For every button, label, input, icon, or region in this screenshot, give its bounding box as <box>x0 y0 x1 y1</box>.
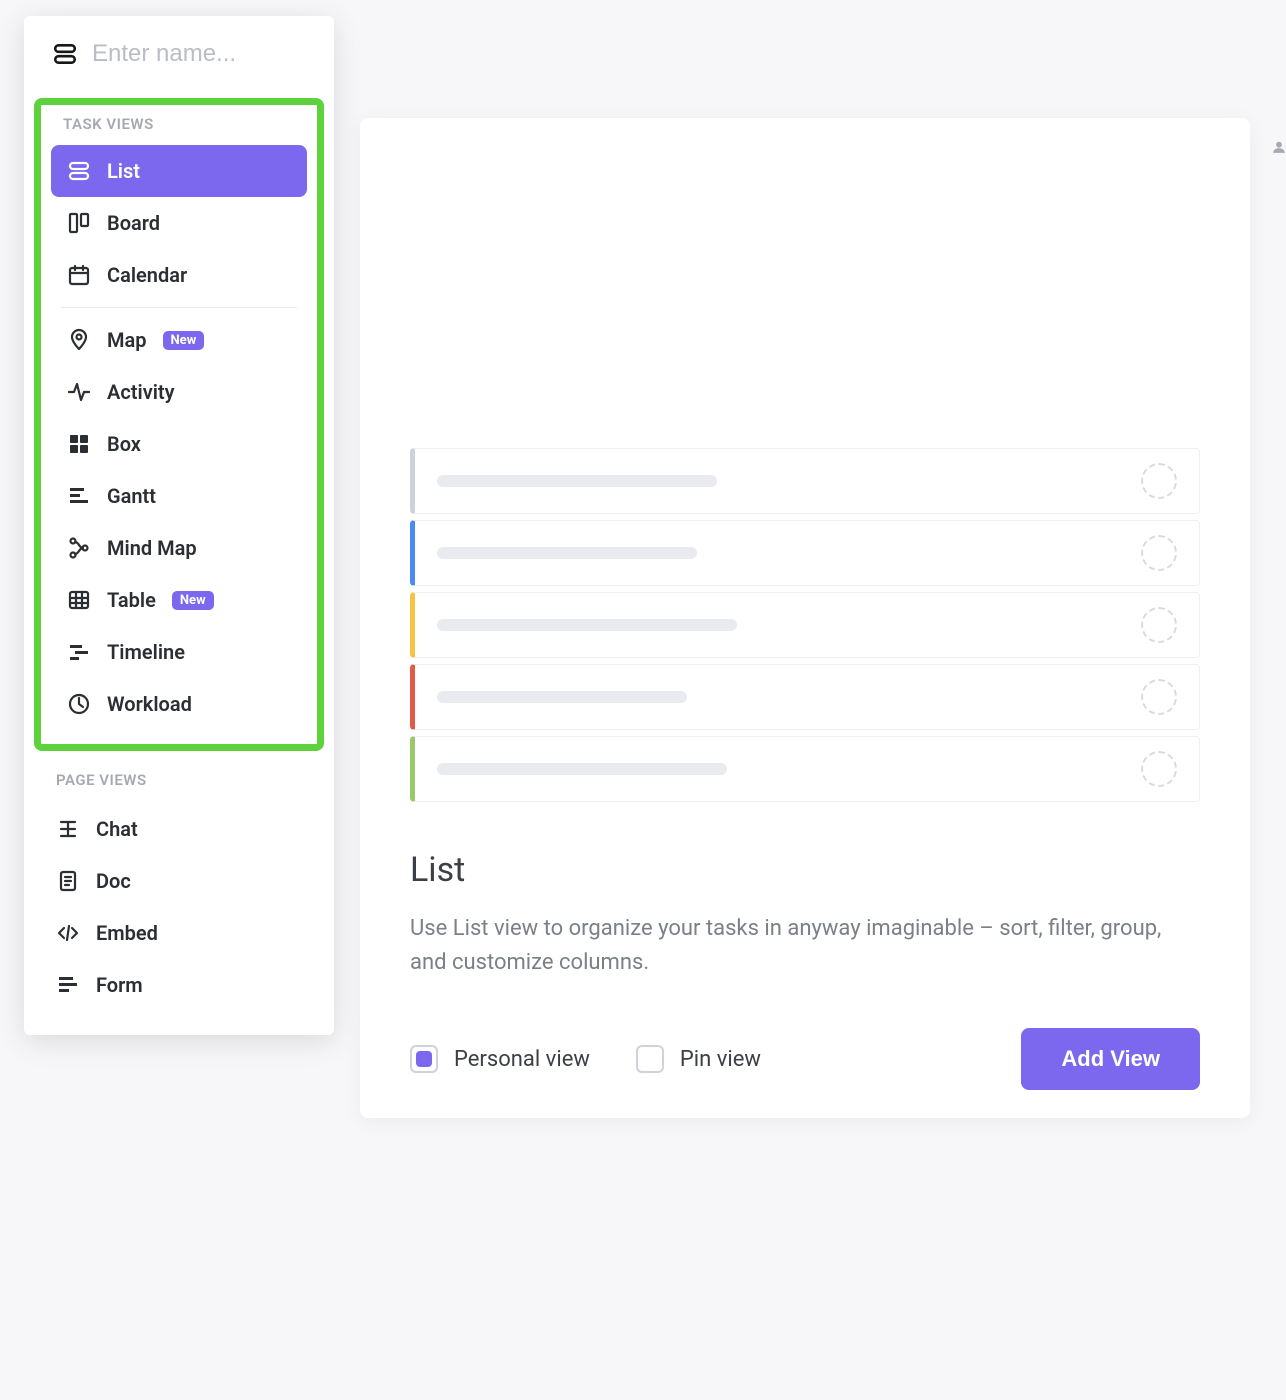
list-skeleton-preview <box>410 448 1200 802</box>
board-icon <box>67 211 91 235</box>
user-icon <box>1272 140 1286 160</box>
skeleton-bar <box>437 547 697 559</box>
task-view-label: Timeline <box>107 640 185 664</box>
task-view-item-table[interactable]: Table New <box>51 574 307 626</box>
new-badge: New <box>163 331 205 350</box>
name-input-row <box>24 40 334 92</box>
task-view-item-calendar[interactable]: Calendar <box>51 249 307 301</box>
preview-options-row: Personal view Pin view Add View <box>410 1028 1200 1090</box>
page-view-item-form[interactable]: Form <box>46 959 312 1011</box>
mind-map-icon <box>67 536 91 560</box>
box-icon <box>67 432 91 456</box>
task-views-section-label: TASK VIEWS <box>51 115 307 145</box>
gantt-icon <box>67 484 91 508</box>
task-view-item-timeline[interactable]: Timeline <box>51 626 307 678</box>
task-view-label: Mind Map <box>107 536 197 560</box>
preview-description: Use List view to organize your tasks in … <box>410 912 1200 980</box>
skeleton-assignee-circle <box>1141 751 1177 787</box>
embed-icon <box>56 921 80 945</box>
page-view-label: Form <box>96 973 143 997</box>
list-icon <box>67 159 91 183</box>
skeleton-assignee-circle <box>1141 607 1177 643</box>
list-icon <box>52 41 78 67</box>
table-icon <box>67 588 91 612</box>
page-view-item-chat[interactable]: Chat <box>46 803 312 855</box>
skeleton-row <box>410 448 1200 514</box>
timeline-icon <box>67 640 91 664</box>
activity-icon <box>67 380 91 404</box>
task-view-item-mind-map[interactable]: Mind Map <box>51 522 307 574</box>
task-view-label: Calendar <box>107 263 187 287</box>
page-view-label: Embed <box>96 921 158 945</box>
page-view-label: Doc <box>96 869 131 893</box>
task-view-label: Activity <box>107 380 175 404</box>
view-name-input[interactable] <box>92 40 292 68</box>
task-view-label: Box <box>107 432 141 456</box>
task-views-highlight: TASK VIEWS List Board Calendar Map New Activi… <box>34 98 324 751</box>
task-view-item-activity[interactable]: Activity <box>51 366 307 418</box>
skeleton-assignee-circle <box>1141 679 1177 715</box>
task-view-label: Map <box>107 328 147 352</box>
personal-view-label: Personal view <box>454 1047 590 1072</box>
skeleton-assignee-circle <box>1141 463 1177 499</box>
page-view-item-doc[interactable]: Doc <box>46 855 312 907</box>
add-view-button[interactable]: Add View <box>1021 1028 1200 1090</box>
skeleton-bar <box>437 691 687 703</box>
skeleton-row <box>410 664 1200 730</box>
task-view-item-workload[interactable]: Workload <box>51 678 307 730</box>
skeleton-bar <box>437 475 717 487</box>
workload-icon <box>67 692 91 716</box>
task-view-item-list[interactable]: List <box>51 145 307 197</box>
new-badge: New <box>172 591 214 610</box>
task-view-label: List <box>107 159 140 183</box>
preview-title: List <box>410 850 1200 890</box>
skeleton-row <box>410 736 1200 802</box>
task-view-label: Board <box>107 211 160 235</box>
map-icon <box>67 328 91 352</box>
form-icon <box>56 973 80 997</box>
skeleton-bar <box>437 619 737 631</box>
doc-icon <box>56 869 80 893</box>
page-view-label: Chat <box>96 817 138 841</box>
calendar-icon <box>67 263 91 287</box>
view-picker-panel: TASK VIEWS List Board Calendar Map New Activi… <box>24 16 334 1035</box>
skeleton-bar <box>437 763 727 775</box>
divider <box>61 307 297 308</box>
task-view-item-gantt[interactable]: Gantt <box>51 470 307 522</box>
skeleton-row <box>410 592 1200 658</box>
page-views-section-label: PAGE VIEWS <box>46 765 312 803</box>
task-view-label: Workload <box>107 692 192 716</box>
view-preview-panel: List Use List view to organize your task… <box>360 118 1250 1118</box>
task-view-item-map[interactable]: Map New <box>51 314 307 366</box>
task-view-item-board[interactable]: Board <box>51 197 307 249</box>
skeleton-assignee-circle <box>1141 535 1177 571</box>
page-view-item-embed[interactable]: Embed <box>46 907 312 959</box>
chat-icon <box>56 817 80 841</box>
pin-view-checkbox[interactable]: Pin view <box>636 1045 761 1073</box>
personal-view-checkbox[interactable]: Personal view <box>410 1045 590 1073</box>
task-view-label: Gantt <box>107 484 156 508</box>
skeleton-row <box>410 520 1200 586</box>
pin-view-label: Pin view <box>680 1047 761 1072</box>
task-view-label: Table <box>107 588 156 612</box>
task-view-item-box[interactable]: Box <box>51 418 307 470</box>
